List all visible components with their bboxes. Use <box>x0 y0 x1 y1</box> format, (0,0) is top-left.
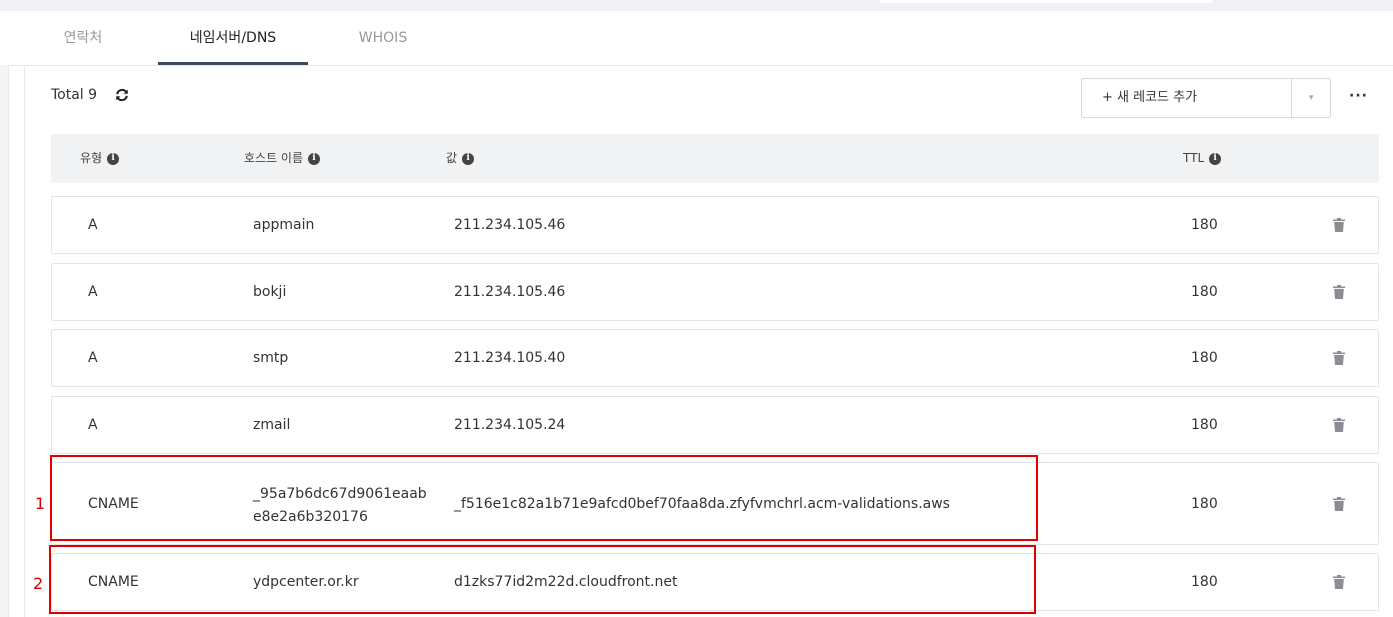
record-host: appmain <box>253 217 315 233</box>
refresh-icon[interactable] <box>114 87 130 103</box>
tab-nameserver-dns[interactable]: 네임서버/DNS <box>158 12 308 65</box>
panel-divider <box>24 65 25 617</box>
record-type: A <box>88 217 98 233</box>
record-ttl: 180 <box>1191 217 1218 233</box>
record-ttl: 180 <box>1191 496 1218 512</box>
trash-icon[interactable] <box>1333 497 1345 511</box>
total-count-area: Total 9 <box>51 87 130 103</box>
header-host-label: 호스트 이름 <box>244 151 304 165</box>
top-strip <box>0 0 1393 11</box>
add-record-button[interactable]: + 새 레코드 추가 <box>1082 79 1291 117</box>
record-value: 211.234.105.24 <box>454 417 566 433</box>
record-type: A <box>88 350 98 366</box>
record-ttl: 180 <box>1191 574 1218 590</box>
record-type: A <box>88 417 98 433</box>
header-ttl-label: TTL <box>1183 151 1205 165</box>
record-value: 211.234.105.40 <box>454 350 566 366</box>
add-record-control: + 새 레코드 추가 ▾ <box>1081 78 1331 118</box>
table-row[interactable]: A zmail 211.234.105.24 180 <box>51 396 1379 454</box>
table-row[interactable]: A bokji 211.234.105.46 180 <box>51 263 1379 321</box>
trash-icon[interactable] <box>1333 351 1345 365</box>
highlight-box-1 <box>50 455 1038 541</box>
top-search-box[interactable] <box>880 0 1212 3</box>
total-count: Total 9 <box>51 87 98 103</box>
highlight-box-2 <box>49 545 1036 614</box>
more-options-icon[interactable]: ··· <box>1349 88 1368 104</box>
add-record-dropdown[interactable]: ▾ <box>1291 79 1330 117</box>
table-row[interactable]: A smtp 211.234.105.40 180 <box>51 329 1379 387</box>
trash-icon[interactable] <box>1333 218 1345 232</box>
annotation-number-2: 2 <box>33 574 44 593</box>
table-row[interactable]: A appmain 211.234.105.46 180 <box>51 196 1379 254</box>
record-ttl: 180 <box>1191 350 1218 366</box>
record-ttl: 180 <box>1191 417 1218 433</box>
record-type: A <box>88 284 98 300</box>
record-value: 211.234.105.46 <box>454 284 566 300</box>
info-icon[interactable]: i <box>308 152 321 165</box>
record-value: 211.234.105.46 <box>454 217 566 233</box>
record-host: smtp <box>253 350 289 366</box>
record-host: zmail <box>253 417 291 433</box>
table-header: 유형 i 호스트 이름 i 값i TTL i <box>51 134 1379 183</box>
trash-icon[interactable] <box>1333 575 1345 589</box>
trash-icon[interactable] <box>1333 285 1345 299</box>
header-value-label: 값 <box>446 151 458 165</box>
tab-whois[interactable]: WHOIS <box>338 12 428 65</box>
header-value: 값i <box>446 134 475 183</box>
header-ttl: TTL i <box>1183 134 1222 183</box>
left-sidebar-edge <box>0 65 9 617</box>
record-host: bokji <box>253 284 287 300</box>
info-icon[interactable]: i <box>1209 152 1222 165</box>
tab-contacts[interactable]: 연락처 <box>38 12 128 65</box>
header-host: 호스트 이름 i <box>244 134 321 183</box>
header-type: 유형 i <box>80 134 120 183</box>
tab-bar: 연락처 네임서버/DNS WHOIS <box>8 12 1393 66</box>
trash-icon[interactable] <box>1333 418 1345 432</box>
record-ttl: 180 <box>1191 284 1218 300</box>
chevron-down-icon: ▾ <box>1308 93 1314 103</box>
header-type-label: 유형 <box>80 151 103 165</box>
annotation-number-1: 1 <box>35 494 46 513</box>
info-icon[interactable]: i <box>107 152 120 165</box>
info-icon[interactable]: i <box>462 152 475 165</box>
